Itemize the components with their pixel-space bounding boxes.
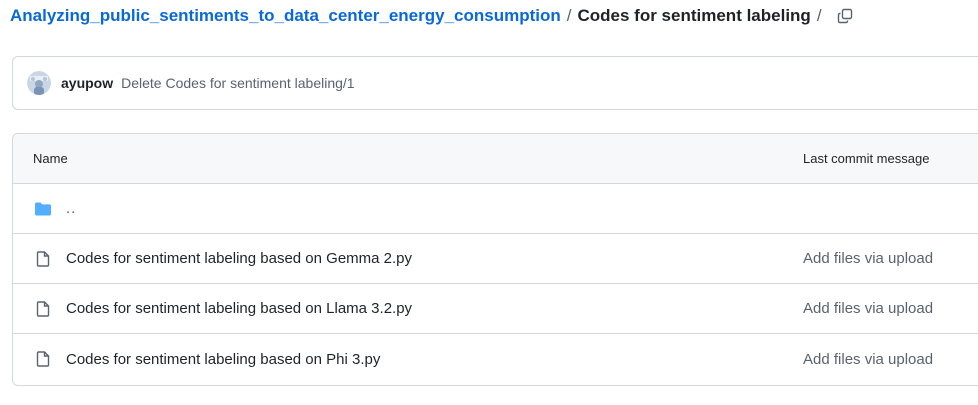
file-icon (33, 299, 53, 319)
row-commit-message[interactable]: Add files via upload (803, 250, 978, 267)
file-icon (33, 349, 53, 369)
file-name-link[interactable]: Codes for sentiment labeling based on Ll… (66, 300, 412, 317)
avatar-image (27, 71, 51, 95)
breadcrumb-trailing-separator: / (816, 6, 822, 25)
commit-author[interactable]: ayupow (61, 75, 113, 91)
file-browser-page: Analyzing_public_sentiments_to_data_cent… (0, 0, 978, 405)
table-row[interactable]: Codes for sentiment labeling based on Ll… (13, 284, 978, 334)
table-row[interactable]: Codes for sentiment labeling based on Ph… (13, 334, 978, 384)
copy-path-button[interactable] (834, 5, 856, 27)
file-name-link[interactable]: Codes for sentiment labeling based on Ph… (66, 351, 380, 368)
commit-message[interactable]: Delete Codes for sentiment labeling/1 (121, 75, 354, 91)
breadcrumb-separator: / (566, 6, 572, 25)
file-table: Name Last commit message .. Codes for se… (12, 133, 978, 386)
breadcrumb: Analyzing_public_sentiments_to_data_cent… (10, 4, 856, 28)
file-icon (33, 249, 53, 269)
breadcrumb-repo-link[interactable]: Analyzing_public_sentiments_to_data_cent… (10, 6, 561, 26)
parent-directory-link[interactable]: .. (66, 200, 76, 217)
header-last-commit-message: Last commit message (803, 151, 930, 166)
parent-directory-row[interactable]: .. (13, 184, 978, 234)
breadcrumb-current-folder: Codes for sentiment labeling (577, 6, 811, 25)
copy-icon (837, 8, 852, 24)
folder-icon (33, 199, 53, 219)
avatar[interactable] (27, 71, 51, 95)
header-name: Name (33, 151, 68, 166)
row-commit-message[interactable]: Add files via upload (803, 351, 978, 368)
table-row[interactable]: Codes for sentiment labeling based on Ge… (13, 234, 978, 284)
file-name-link[interactable]: Codes for sentiment labeling based on Ge… (66, 250, 412, 267)
row-commit-message[interactable]: Add files via upload (803, 300, 978, 317)
table-header: Name Last commit message (13, 134, 978, 184)
latest-commit-bar: ayupow Delete Codes for sentiment labeli… (12, 56, 978, 110)
